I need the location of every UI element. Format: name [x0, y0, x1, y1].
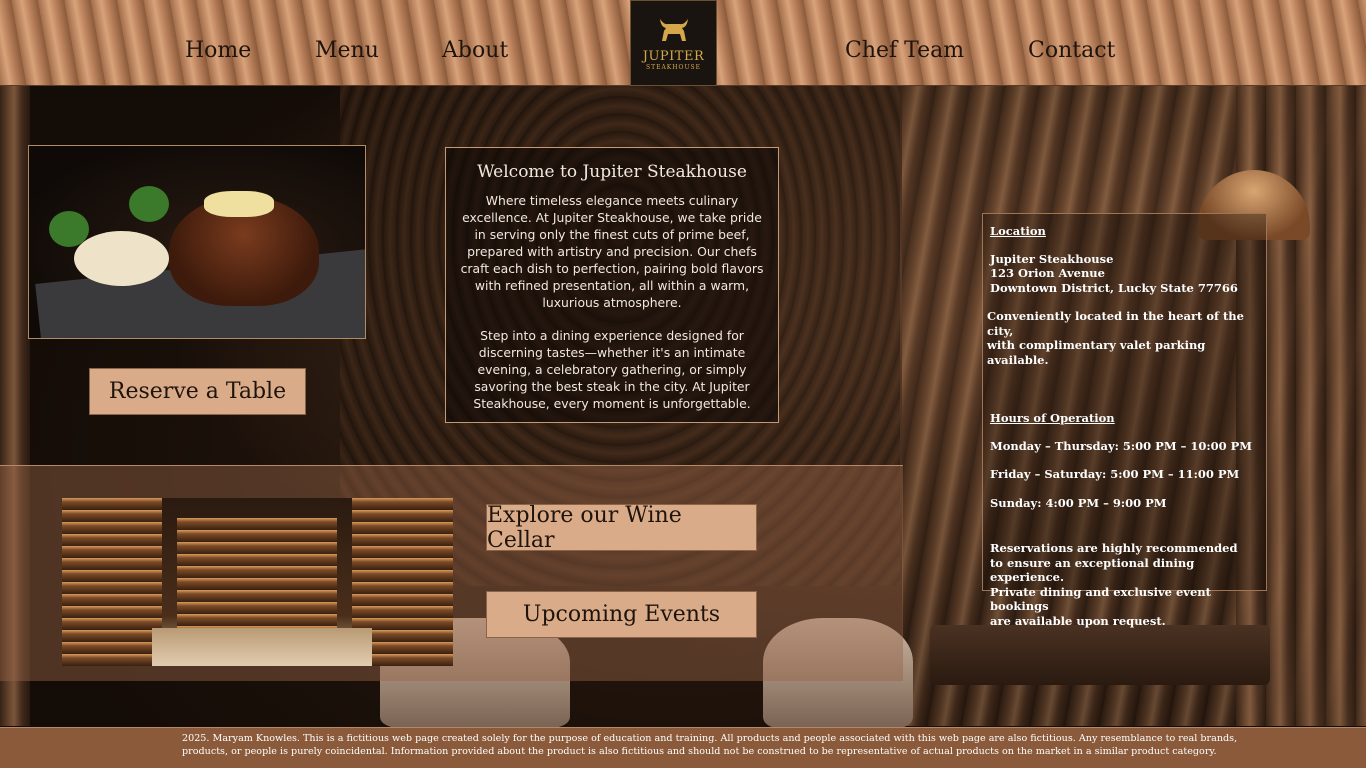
hours-heading: Hours of Operation — [990, 411, 1115, 425]
dining-table-image — [930, 625, 1270, 685]
address-city: Downtown District, Lucky State 77766 — [990, 280, 1238, 295]
reservation-note-1: Reservations are highly recommended — [990, 541, 1238, 555]
footer-disclaimer: 2025. Maryam Knowles. This is a fictitio… — [0, 727, 1366, 768]
site-logo[interactable]: JUPITER STEAKHOUSE — [630, 0, 717, 86]
location-heading: Location — [990, 224, 1046, 238]
welcome-panel: Welcome to Jupiter Steakhouse Where time… — [445, 147, 779, 423]
reserve-table-button[interactable]: Reserve a Table — [89, 368, 306, 415]
reservation-note-3: Private dining and exclusive event booki… — [990, 584, 1211, 614]
nav-contact-link[interactable]: Contact — [1028, 38, 1115, 63]
welcome-paragraph-2: Step into a dining experience designed f… — [473, 328, 751, 411]
footer-line-2: products, or people is purely coincident… — [182, 745, 1217, 757]
nav-about-link[interactable]: About — [442, 38, 508, 63]
logo-name: JUPITER — [642, 49, 705, 64]
steak-dish-image — [28, 145, 366, 339]
logo-subtitle: STEAKHOUSE — [645, 64, 701, 71]
info-panel: Location Jupiter Steakhouse 123 Orion Av… — [982, 213, 1267, 628]
nav-chef-team-link[interactable]: Chef Team — [845, 38, 964, 63]
nav-home-link[interactable]: Home — [185, 38, 251, 63]
nav-menu-link[interactable]: Menu — [315, 38, 379, 63]
welcome-paragraph-1: Where timeless elegance meets culinary e… — [460, 193, 764, 310]
bull-icon — [659, 19, 688, 41]
wine-cellar-image — [62, 498, 453, 666]
welcome-title: Welcome to Jupiter Steakhouse — [477, 162, 747, 182]
upcoming-events-button[interactable]: Upcoming Events — [486, 591, 757, 638]
reservation-note-2: to ensure an exceptional dining experien… — [990, 555, 1195, 585]
location-note-2: with complimentary valet parking availab… — [987, 338, 1206, 367]
address-name: Jupiter Steakhouse — [990, 251, 1114, 266]
address-street: 123 Orion Avenue — [990, 266, 1105, 280]
hours-weekend: Friday – Saturday: 5:00 PM – 11:00 PM — [990, 467, 1240, 481]
footer-line-1: 2025. Maryam Knowles. This is a fictitio… — [182, 733, 1238, 744]
hours-weekday: Monday – Thursday: 5:00 PM – 10:00 PM — [990, 438, 1252, 453]
location-note-1: Conveniently located in the heart of the… — [987, 309, 1244, 338]
reservation-note-4: are available upon request. — [990, 613, 1166, 628]
hours-sunday: Sunday: 4:00 PM – 9:00 PM — [990, 495, 1167, 510]
header-nav-bar: Home Menu About JUPITER STEAKHOUSE Chef … — [0, 0, 1366, 86]
wine-cellar-button[interactable]: Explore our Wine Cellar — [486, 503, 757, 553]
